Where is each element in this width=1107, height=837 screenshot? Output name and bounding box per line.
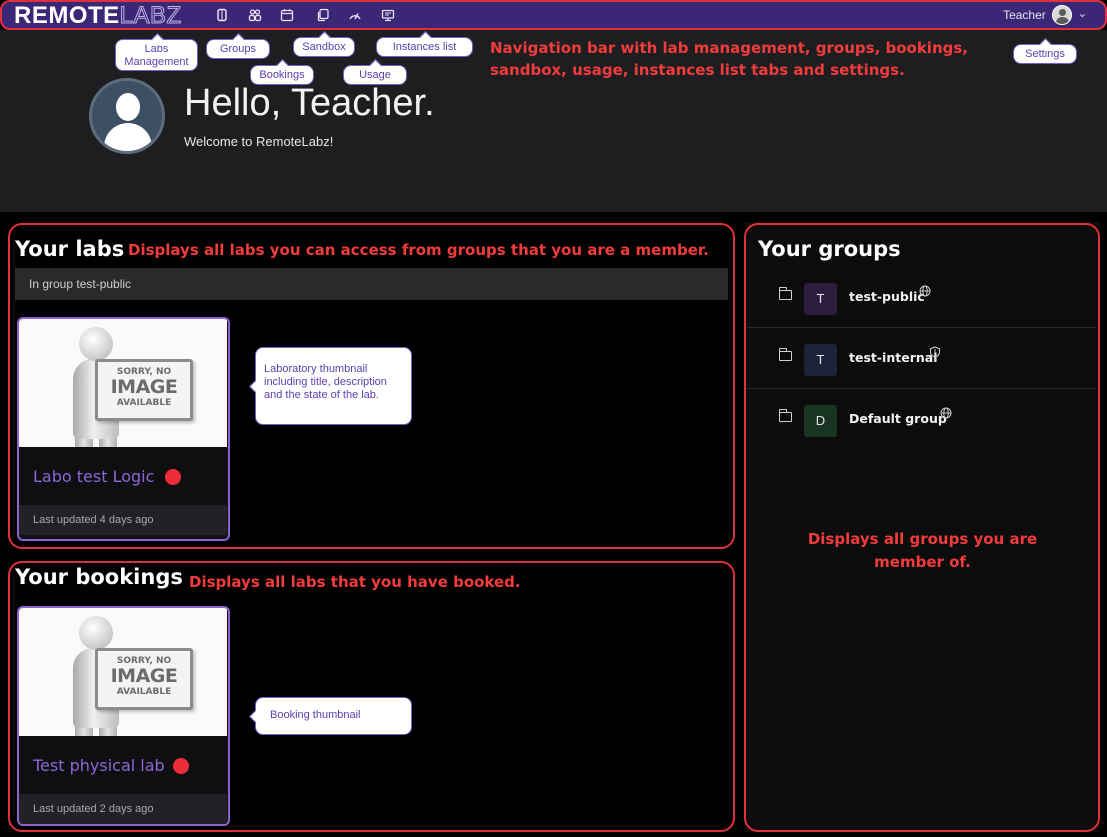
- user-avatar-icon: [1051, 5, 1072, 25]
- labs-annotation: Displays all labs you can access from gr…: [128, 241, 709, 259]
- callout-sandbox: Sandbox: [293, 37, 355, 57]
- user-avatar-icon: [89, 78, 165, 154]
- group-name[interactable]: Default group: [849, 411, 947, 426]
- groups-icon[interactable]: [247, 8, 263, 24]
- labs-management-icon[interactable]: [214, 8, 230, 24]
- callout-groups: Groups: [206, 39, 270, 59]
- your-groups-title: Your groups: [758, 237, 901, 261]
- folder-icon: [778, 409, 792, 422]
- folder-icon: [778, 287, 792, 300]
- lab-card[interactable]: SORRY, NO IMAGE AVAILABLE Labo test Logi…: [17, 317, 230, 541]
- no-image-placeholder: SORRY, NO IMAGE AVAILABLE: [19, 319, 227, 447]
- greeting-title: Hello, Teacher.: [184, 82, 435, 124]
- group-name[interactable]: test-public: [849, 289, 925, 304]
- your-bookings-title: Your bookings: [15, 565, 183, 589]
- globe-icon: [919, 285, 931, 300]
- booking-updated-text: Last updated 2 days ago: [19, 794, 227, 824]
- lab-status-indicator: [165, 469, 181, 485]
- user-name: Teacher: [1003, 8, 1046, 22]
- callout-bookings: Bookings: [250, 65, 314, 85]
- callout-booking-thumbnail: Booking thumbnail: [255, 697, 412, 735]
- sandbox-icon[interactable]: [315, 8, 331, 24]
- bookings-icon[interactable]: [279, 8, 295, 24]
- folder-icon: [778, 348, 792, 361]
- remotelabz-logo[interactable]: REMOTELABZ: [14, 2, 182, 29]
- booking-title[interactable]: Test physical lab: [33, 756, 165, 775]
- group-item[interactable]: T test-internal: [747, 329, 1096, 389]
- callout-instances-list: Instances list: [376, 37, 473, 57]
- callout-usage: Usage: [343, 65, 407, 85]
- group-avatar: T: [804, 283, 837, 315]
- booking-card[interactable]: SORRY, NO IMAGE AVAILABLE Test physical …: [17, 606, 230, 826]
- no-image-placeholder: SORRY, NO IMAGE AVAILABLE: [19, 608, 227, 736]
- callout-settings: Settings: [1013, 44, 1077, 64]
- bookings-annotation: Displays all labs that you have booked.: [189, 573, 521, 591]
- group-item[interactable]: D Default group: [747, 390, 1096, 450]
- group-avatar: T: [804, 344, 837, 376]
- group-item[interactable]: T test-public: [747, 268, 1096, 328]
- groups-annotation: Displays all groups you are member of.: [807, 530, 1038, 571]
- usage-icon[interactable]: [347, 8, 363, 24]
- navbar-annotation: Navigation bar with lab management, grou…: [490, 39, 968, 79]
- instances-list-icon[interactable]: [380, 8, 396, 24]
- lab-title[interactable]: Labo test Logic: [33, 467, 154, 486]
- navbar: REMOTELABZ Teacher ⌄: [0, 0, 1107, 30]
- globe-icon: [940, 407, 952, 422]
- callout-lab-thumbnail: Laboratory thumbnail including title, de…: [255, 347, 412, 425]
- lab-updated-text: Last updated 4 days ago: [19, 505, 227, 535]
- welcome-subtitle: Welcome to RemoteLabz!: [184, 134, 334, 149]
- group-label-test-public: In group test-public: [15, 268, 728, 300]
- chevron-down-icon: ⌄: [1077, 7, 1087, 20]
- callout-labs-management: Labs Management: [115, 39, 198, 71]
- your-labs-title: Your labs: [15, 237, 125, 261]
- shield-icon: [929, 346, 941, 361]
- group-avatar: D: [804, 405, 837, 437]
- booking-status-indicator: [173, 758, 189, 774]
- group-name[interactable]: test-internal: [849, 350, 937, 365]
- user-menu[interactable]: Teacher ⌄: [1003, 5, 1087, 25]
